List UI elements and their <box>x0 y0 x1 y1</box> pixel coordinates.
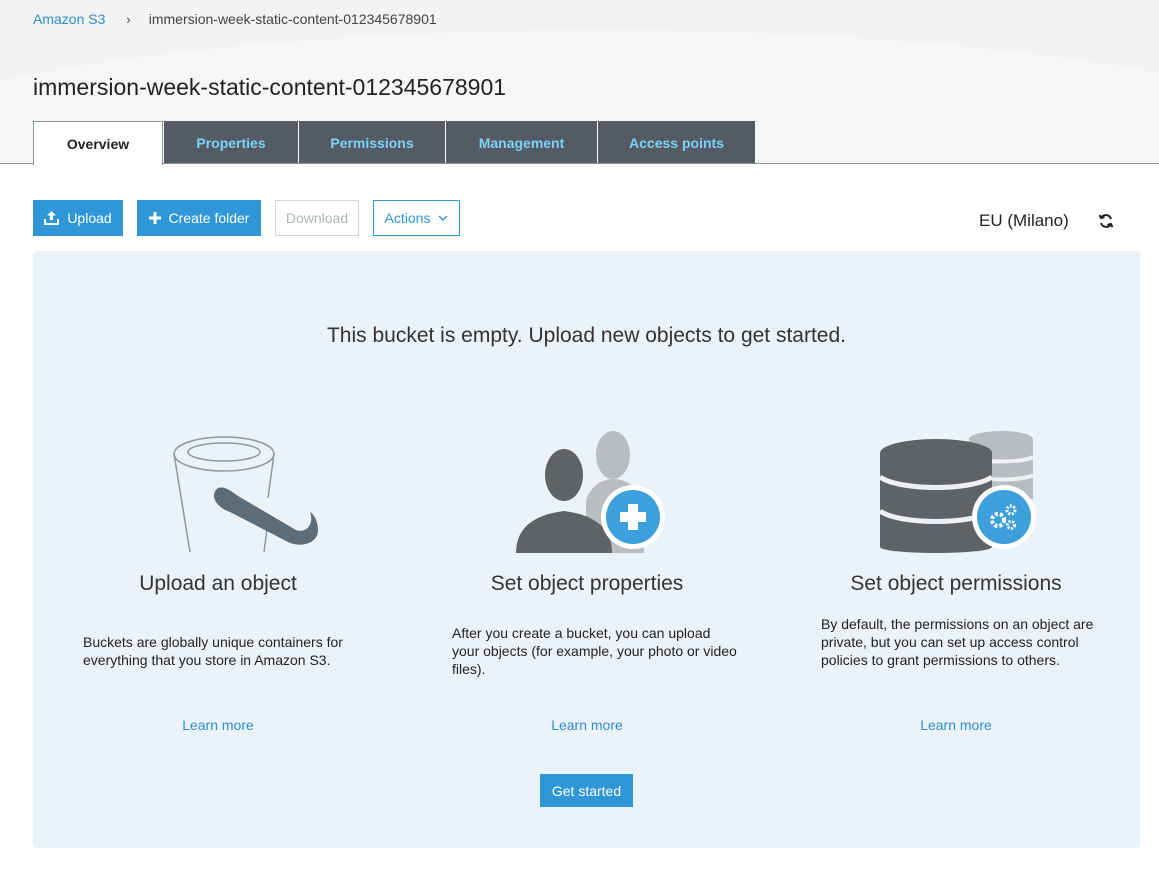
feature-upload-title: Upload an object <box>139 572 297 595</box>
tab-overview[interactable]: Overview <box>33 121 163 165</box>
page-title: immersion-week-static-content-0123456789… <box>33 74 507 100</box>
feature-properties-title: Set object properties <box>490 572 684 595</box>
actions-label: Actions <box>384 210 431 226</box>
breadcrumb: Amazon S3 › immersion-week-static-conten… <box>33 11 437 27</box>
tab-bar: Overview Properties Permissions Manageme… <box>33 121 755 165</box>
feature-permissions-text: By default, the permissions on an object… <box>821 616 1094 668</box>
users-add-icon <box>512 429 672 558</box>
feature-upload-learn-more-link[interactable]: Learn more <box>68 717 368 733</box>
plus-icon <box>148 212 161 224</box>
database-settings-icon <box>878 429 1040 558</box>
breadcrumb-amazon-s3-link[interactable]: Amazon S3 <box>33 11 105 27</box>
tab-access-points[interactable]: Access points <box>598 121 755 164</box>
breadcrumb-current: immersion-week-static-content-0123456789… <box>148 11 437 27</box>
create-folder-button[interactable]: Create folder <box>137 200 261 236</box>
upload-button[interactable]: Upload <box>33 200 123 236</box>
tab-permissions[interactable]: Permissions <box>299 121 445 164</box>
refresh-icon[interactable] <box>1097 212 1115 230</box>
empty-bucket-panel: This bucket is empty. Upload new objects… <box>33 251 1140 848</box>
tab-divider <box>0 163 1159 164</box>
feature-properties-learn-more-link[interactable]: Learn more <box>437 717 737 733</box>
get-started-button[interactable]: Get started <box>540 774 633 807</box>
bucket-icon <box>168 426 328 559</box>
tab-management[interactable]: Management <box>446 121 597 164</box>
create-folder-label: Create folder <box>168 210 250 226</box>
download-button[interactable]: Download <box>275 200 359 236</box>
feature-permissions-learn-more-link[interactable]: Learn more <box>806 717 1106 733</box>
toolbar: Upload Create folder Download Actions <box>33 200 460 236</box>
chevron-down-icon <box>438 215 448 221</box>
feature-properties-text: After you create a bucket, you can uploa… <box>452 625 737 677</box>
tab-properties[interactable]: Properties <box>164 121 298 164</box>
feature-permissions-title: Set object permissions <box>850 572 1062 595</box>
upload-label: Upload <box>67 210 112 226</box>
breadcrumb-separator-icon: › <box>126 11 131 27</box>
upload-icon <box>44 211 60 225</box>
feature-upload-text: Buckets are globally unique containers f… <box>83 634 343 668</box>
actions-dropdown[interactable]: Actions <box>373 200 460 236</box>
region-label: EU (Milano) <box>979 211 1069 230</box>
empty-bucket-heading: This bucket is empty. Upload new objects… <box>326 324 847 347</box>
